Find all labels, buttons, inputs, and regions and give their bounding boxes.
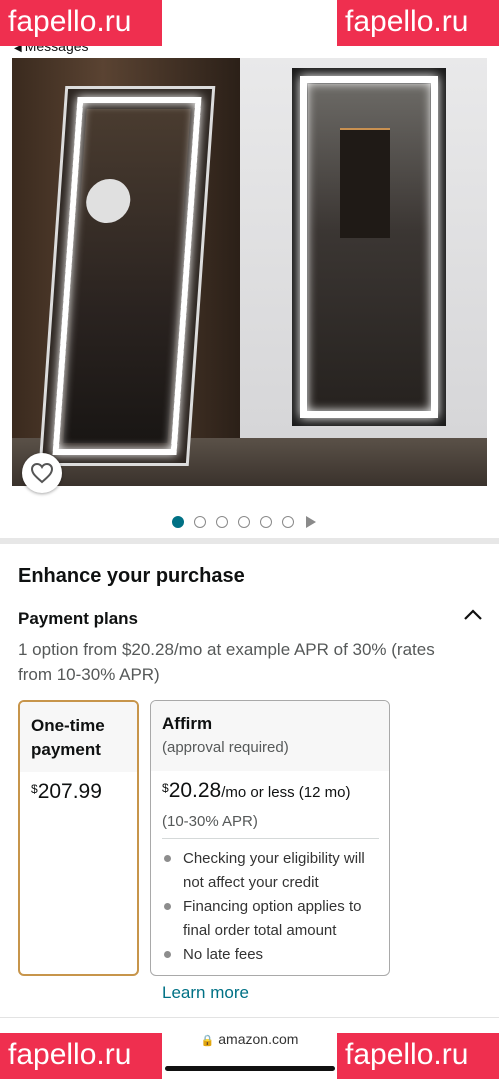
- carousel-dot-2[interactable]: [194, 516, 206, 528]
- watermark: fapello.ru: [337, 0, 499, 46]
- carousel-dot-6[interactable]: [282, 516, 294, 528]
- one-time-payment-label: One-time payment: [31, 716, 105, 759]
- carousel-dot-5[interactable]: [260, 516, 272, 528]
- heart-outline-icon: [30, 462, 54, 484]
- learn-more-link[interactable]: Learn more: [162, 983, 249, 1003]
- carousel-dot-4[interactable]: [238, 516, 250, 528]
- mirror-left: [38, 86, 216, 466]
- affirm-benefit: Checking your eligibility will not affec…: [162, 847, 384, 895]
- affirm-benefit: Financing option applies to final order …: [162, 895, 384, 943]
- affirm-apr: (10-30% APR): [162, 813, 258, 830]
- affirm-benefits-list: Checking your eligibility will not affec…: [162, 847, 384, 967]
- play-icon[interactable]: [306, 516, 316, 528]
- one-time-price: $207.99: [31, 780, 102, 803]
- carousel-dot-3[interactable]: [216, 516, 228, 528]
- watermark: fapello.ru: [337, 1033, 499, 1079]
- url-text: amazon.com: [218, 1031, 299, 1047]
- mirror-right: [292, 68, 446, 426]
- product-image[interactable]: [12, 58, 487, 486]
- watermark: fapello.ru: [0, 1033, 162, 1079]
- affirm-benefit: No late fees: [162, 943, 384, 967]
- wishlist-button[interactable]: [22, 453, 62, 493]
- home-indicator: [165, 1066, 335, 1071]
- payment-plans-description: 1 option from $20.28/mo at example APR o…: [18, 640, 435, 684]
- lock-icon: 🔒: [200, 1035, 215, 1047]
- affirm-monthly-price: $20.28/mo or less (12 mo): [162, 779, 351, 802]
- watermark: fapello.ru: [0, 0, 162, 46]
- image-carousel-dots: [172, 515, 316, 529]
- affirm-subtitle: (approval required): [162, 739, 289, 756]
- one-time-payment-option[interactable]: One-time payment $207.99: [18, 700, 139, 976]
- carousel-dot-1[interactable]: [172, 516, 184, 528]
- affirm-payment-option[interactable]: Affirm (approval required) $20.28/mo or …: [150, 700, 390, 976]
- section-divider: [0, 538, 499, 544]
- chevron-up-icon[interactable]: [462, 606, 484, 622]
- section-title: Enhance your purchase: [18, 565, 245, 587]
- payment-plans-title: Payment plans: [18, 609, 138, 628]
- affirm-name: Affirm: [162, 714, 213, 733]
